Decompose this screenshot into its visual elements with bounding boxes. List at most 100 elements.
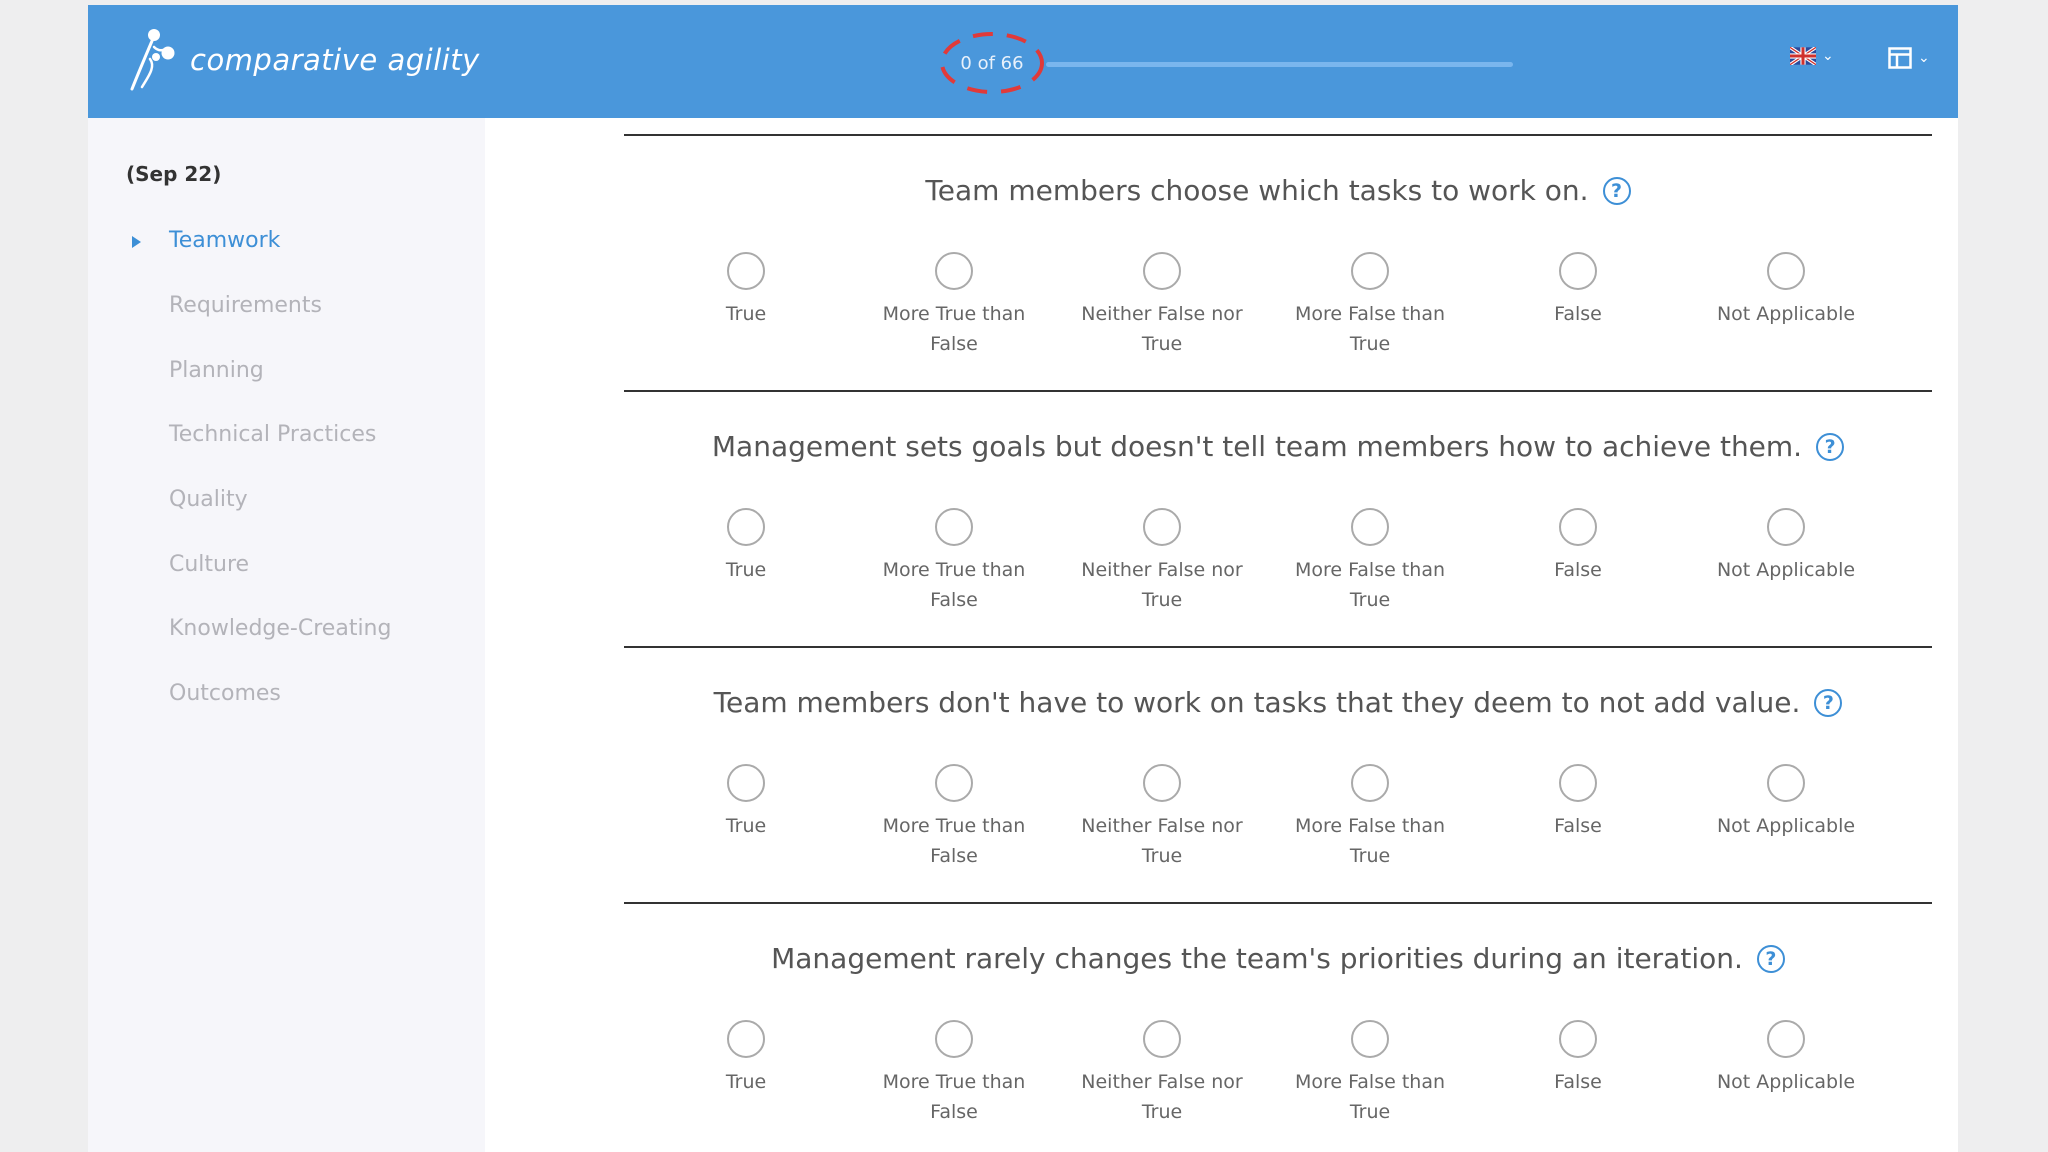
- option-false[interactable]: False: [1488, 508, 1668, 585]
- option-true[interactable]: True: [656, 508, 836, 585]
- radio-button[interactable]: [727, 508, 765, 546]
- option-label: Neither False nor True: [1081, 303, 1243, 355]
- option-more-true-than-false[interactable]: More True than False: [864, 252, 1044, 359]
- radio-button[interactable]: [1767, 252, 1805, 290]
- radio-button[interactable]: [1767, 508, 1805, 546]
- radio-button[interactable]: [1559, 1020, 1597, 1058]
- radio-button[interactable]: [1143, 508, 1181, 546]
- option-label: More True than False: [882, 559, 1026, 611]
- radio-button[interactable]: [1351, 1020, 1389, 1058]
- option-more-true-than-false[interactable]: More True than False: [864, 1020, 1044, 1127]
- radio-button[interactable]: [935, 764, 973, 802]
- question-text: Management sets goals but doesn't tell t…: [711, 430, 1803, 463]
- option-not-applicable[interactable]: Not Applicable: [1696, 508, 1876, 585]
- radio-button[interactable]: [1767, 1020, 1805, 1058]
- radio-button[interactable]: [727, 252, 765, 290]
- option-more-true-than-false[interactable]: More True than False: [864, 764, 1044, 871]
- sidebar-item-technical-practices[interactable]: Technical Practices: [169, 422, 376, 447]
- option-label: Neither False nor True: [1081, 815, 1243, 867]
- question-divider: [624, 902, 1932, 904]
- option-label: True: [725, 559, 767, 581]
- radio-button[interactable]: [1559, 508, 1597, 546]
- sidebar-item-teamwork[interactable]: Teamwork: [169, 228, 280, 253]
- option-false[interactable]: False: [1488, 1020, 1668, 1097]
- option-label: More False than True: [1294, 559, 1446, 611]
- option-more-true-than-false[interactable]: More True than False: [864, 508, 1044, 615]
- radio-button[interactable]: [935, 1020, 973, 1058]
- option-label: True: [725, 815, 767, 837]
- layout-menu-button[interactable]: ⌄: [1888, 47, 1930, 69]
- radio-button[interactable]: [935, 252, 973, 290]
- help-icon[interactable]: ?: [1756, 944, 1785, 973]
- top-bar: comparative agility 0 of 66 ⌄ ⌄: [88, 5, 1958, 118]
- uk-flag-icon: [1790, 47, 1816, 65]
- option-label: More True than False: [882, 1071, 1026, 1123]
- radio-button[interactable]: [1351, 764, 1389, 802]
- option-label: Not Applicable: [1716, 303, 1856, 325]
- option-more-false-than-true[interactable]: More False than True: [1280, 764, 1460, 871]
- radio-button[interactable]: [1559, 252, 1597, 290]
- radio-button[interactable]: [935, 508, 973, 546]
- help-icon[interactable]: ?: [1602, 176, 1631, 205]
- option-label: More False than True: [1294, 1071, 1446, 1123]
- question-header: Management rarely changes the team's pri…: [624, 942, 1932, 975]
- question-header: Team members don't have to work on tasks…: [624, 686, 1932, 719]
- radio-button[interactable]: [1559, 764, 1597, 802]
- survey-progress: 0 of 66: [938, 31, 1618, 101]
- option-true[interactable]: True: [656, 252, 836, 329]
- option-label: More False than True: [1294, 815, 1446, 867]
- option-neither-false-nor-true[interactable]: Neither False nor True: [1072, 1020, 1252, 1127]
- question-divider: [624, 134, 1932, 136]
- option-label: Neither False nor True: [1081, 1071, 1243, 1123]
- option-false[interactable]: False: [1488, 764, 1668, 841]
- option-more-false-than-true[interactable]: More False than True: [1280, 508, 1460, 615]
- option-label: False: [1554, 1071, 1602, 1093]
- option-more-false-than-true[interactable]: More False than True: [1280, 1020, 1460, 1127]
- brand-name: comparative agility: [190, 43, 480, 77]
- option-neither-false-nor-true[interactable]: Neither False nor True: [1072, 508, 1252, 615]
- radio-button[interactable]: [1143, 252, 1181, 290]
- question-4: Management rarely changes the team's pri…: [624, 902, 1932, 1152]
- radio-button[interactable]: [1143, 1020, 1181, 1058]
- language-selector[interactable]: ⌄: [1790, 47, 1834, 65]
- question-2: Management sets goals but doesn't tell t…: [624, 390, 1932, 646]
- question-header: Team members choose which tasks to work …: [624, 174, 1932, 207]
- sidebar-item-quality[interactable]: Quality: [169, 487, 248, 512]
- radio-button[interactable]: [727, 1020, 765, 1058]
- option-not-applicable[interactable]: Not Applicable: [1696, 764, 1876, 841]
- help-icon[interactable]: ?: [1814, 688, 1843, 717]
- option-label: False: [1554, 815, 1602, 837]
- question-text: Team members choose which tasks to work …: [925, 174, 1589, 207]
- radio-button[interactable]: [1351, 252, 1389, 290]
- option-neither-false-nor-true[interactable]: Neither False nor True: [1072, 764, 1252, 871]
- help-icon[interactable]: ?: [1816, 432, 1845, 461]
- survey-content: Team members choose which tasks to work …: [485, 118, 1958, 1152]
- option-label: False: [1554, 559, 1602, 581]
- question-text: Management rarely changes the team's pri…: [771, 942, 1743, 975]
- sidebar-item-outcomes[interactable]: Outcomes: [169, 681, 281, 706]
- option-more-false-than-true[interactable]: More False than True: [1280, 252, 1460, 359]
- option-not-applicable[interactable]: Not Applicable: [1696, 1020, 1876, 1097]
- sidebar-item-planning[interactable]: Planning: [169, 358, 264, 383]
- radio-button[interactable]: [727, 764, 765, 802]
- option-true[interactable]: True: [656, 1020, 836, 1097]
- sidebar: (Sep 22) Teamwork Requirements Planning …: [88, 118, 485, 1152]
- sidebar-item-requirements[interactable]: Requirements: [169, 293, 322, 318]
- option-label: False: [1554, 303, 1602, 325]
- option-false[interactable]: False: [1488, 252, 1668, 329]
- option-true[interactable]: True: [656, 764, 836, 841]
- progress-bar: [1046, 62, 1513, 67]
- brand-logo[interactable]: comparative agility: [126, 27, 480, 93]
- option-label: More False than True: [1294, 303, 1446, 355]
- app-window: comparative agility 0 of 66 ⌄ ⌄ (Sep 22)…: [88, 5, 1958, 1152]
- option-neither-false-nor-true[interactable]: Neither False nor True: [1072, 252, 1252, 359]
- radio-button[interactable]: [1351, 508, 1389, 546]
- sidebar-item-knowledge-creating[interactable]: Knowledge-Creating: [169, 616, 391, 641]
- option-label: More True than False: [882, 815, 1026, 867]
- sidebar-item-culture[interactable]: Culture: [169, 552, 249, 577]
- radio-button[interactable]: [1767, 764, 1805, 802]
- active-caret-icon: [132, 236, 141, 248]
- highlight-ring: [940, 32, 1044, 94]
- radio-button[interactable]: [1143, 764, 1181, 802]
- option-not-applicable[interactable]: Not Applicable: [1696, 252, 1876, 329]
